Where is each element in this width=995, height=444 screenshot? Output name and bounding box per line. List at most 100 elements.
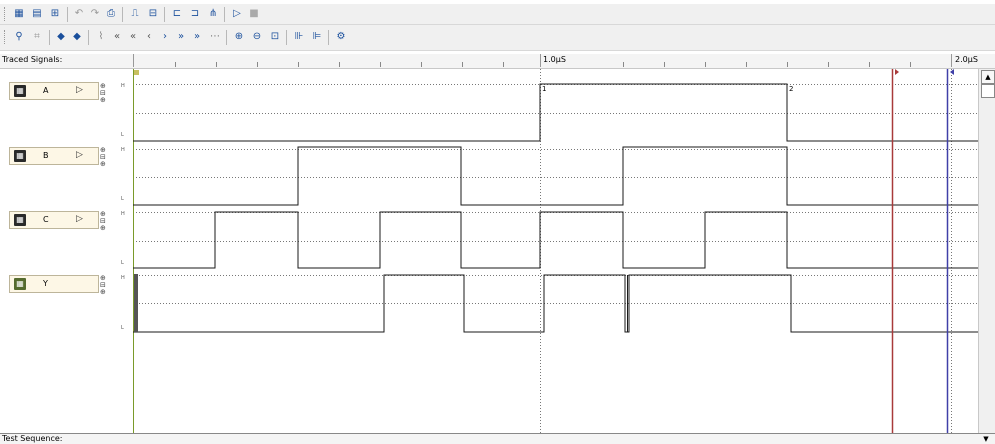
settings-icon[interactable]: ⚙: [334, 30, 348, 44]
export-icon[interactable]: ⊐: [188, 7, 202, 21]
expand-icon[interactable]: ⊕ ⊟ ⊕: [100, 83, 108, 105]
jump-end-icon[interactable]: »: [190, 30, 204, 44]
signal-row-y[interactable]: ▦ Y: [9, 275, 99, 293]
signal-name: B: [43, 151, 49, 160]
traced-signals-label: Traced Signals:: [2, 55, 63, 64]
previous-icon[interactable]: ◆: [54, 30, 68, 44]
marker-label-2: 2: [789, 85, 793, 93]
signal-name: A: [43, 86, 49, 95]
ruler-tick: [298, 62, 299, 67]
ruler-tick: [746, 62, 747, 67]
undo-icon[interactable]: ↶: [72, 7, 86, 21]
ruler-major-tick: [540, 54, 541, 67]
time-label-1us: 1.0µS: [543, 55, 566, 64]
fit-icon[interactable]: ⋯: [208, 30, 222, 44]
sim-start-icon[interactable]: ⊪: [292, 30, 306, 44]
signal-source-icon[interactable]: ▷: [76, 150, 83, 160]
step-back-fast-icon[interactable]: «: [126, 30, 140, 44]
next-icon[interactable]: ◆: [70, 30, 84, 44]
input-signal-icon: ▦: [14, 214, 26, 226]
signal-name: Y: [43, 279, 48, 288]
ruler-tick: [421, 62, 422, 67]
ruler-tick: [623, 62, 624, 67]
low-level-label: L: [121, 325, 124, 331]
marker-label-1: 1: [542, 85, 546, 93]
zoom-fit-icon[interactable]: ⊡: [268, 30, 282, 44]
low-level-label: L: [121, 132, 124, 138]
toolbar-navigation: ⚲ ⌗ ◆ ◆ ⌇ « « ‹ › » » ⋯ ⊕ ⊖ ⊡ ⊪ ⊫ ⚙: [0, 25, 995, 51]
expand-icon[interactable]: ⊕ ⊟ ⊕: [100, 147, 108, 169]
toolbar-grip[interactable]: [4, 30, 7, 44]
zoom-out-icon[interactable]: ⊖: [250, 30, 264, 44]
sim-end-icon[interactable]: ⊫: [310, 30, 324, 44]
toolbar-separator: [226, 30, 227, 45]
toolbar-separator: [328, 30, 329, 45]
toolbar-separator: [122, 7, 123, 22]
ruler-tick: [216, 62, 217, 67]
ruler-tick: [339, 62, 340, 67]
save-tree-icon[interactable]: ⊞: [48, 7, 62, 21]
tree-icon[interactable]: ⋔: [206, 7, 220, 21]
origin-marker-icon[interactable]: [134, 70, 139, 75]
toolbar-grip[interactable]: [4, 7, 7, 21]
time-label-2us: 2.0µS: [955, 55, 978, 64]
print-icon[interactable]: ⎙: [104, 7, 118, 21]
expand-icon[interactable]: ⊕ ⊟ ⊕: [100, 211, 108, 233]
jump-start-icon[interactable]: «: [110, 30, 124, 44]
signal-name: C: [43, 215, 49, 224]
ruler-tick: [257, 62, 258, 67]
vertical-scrollbar[interactable]: ▲: [978, 69, 995, 433]
step-back-icon[interactable]: ‹: [142, 30, 156, 44]
toolbar-main: ▦ ▤ ⊞ ↶ ↷ ⎙ ⎍ ⊟ ⊏ ⊐ ⋔ ▷ ■: [0, 4, 995, 25]
signal-source-icon[interactable]: ▷: [76, 214, 83, 224]
unknown-state-hatch: [134, 274, 138, 332]
signal-row-b[interactable]: ▦ B ▷: [9, 147, 99, 165]
grid-icon[interactable]: ⌗: [30, 30, 44, 44]
waveform-background: [133, 69, 978, 433]
scroll-thumb[interactable]: [981, 84, 995, 98]
toolbar-separator: [88, 30, 89, 45]
open-file-icon[interactable]: ▤: [30, 7, 44, 21]
ruler-tick: [705, 62, 706, 67]
toolbar-separator: [286, 30, 287, 45]
add-signal-icon[interactable]: ⚲: [12, 30, 26, 44]
ruler-separator: [133, 54, 134, 67]
scroll-up-icon[interactable]: ▲: [981, 70, 995, 84]
step-forward-fast-icon[interactable]: »: [174, 30, 188, 44]
high-level-label: H: [121, 83, 125, 89]
waveform-area[interactable]: 1 2: [133, 69, 978, 433]
time-ruler: Traced Signals: 1.0µS 2.0µS: [0, 54, 995, 69]
toolbar-separator: [49, 30, 50, 45]
redo-icon[interactable]: ↷: [88, 7, 102, 21]
input-signal-icon: ▦: [14, 150, 26, 162]
ruler-tick: [787, 62, 788, 67]
signal-list-panel: ▦ A ▷ ⊕ ⊟ ⊕ H L ▦ B ▷ ⊕ ⊟ ⊕ H L ▦ C ▷ ⊕ ⊟ ⊕ H …: [0, 69, 134, 433]
zoom-in-icon[interactable]: ⊕: [232, 30, 246, 44]
play-icon[interactable]: ▷: [230, 7, 244, 21]
expand-icon[interactable]: ⊕ ⊟ ⊕: [100, 275, 108, 297]
ruler-tick: [664, 62, 665, 67]
signal-row-c[interactable]: ▦ C ▷: [9, 211, 99, 229]
toolbar-separator: [164, 7, 165, 22]
import-icon[interactable]: ⊏: [170, 7, 184, 21]
low-level-label: L: [121, 260, 124, 266]
toolbar-separator: [224, 7, 225, 22]
add-trace-icon[interactable]: ⎍: [128, 7, 142, 21]
configure-icon[interactable]: ⊟: [146, 7, 160, 21]
step-forward-icon[interactable]: ›: [158, 30, 172, 44]
stop-icon[interactable]: ■: [247, 7, 261, 21]
high-level-label: H: [121, 147, 125, 153]
low-level-label: L: [121, 196, 124, 202]
signal-source-icon[interactable]: ▷: [76, 85, 83, 95]
toolbar-separator: [67, 7, 68, 22]
signal-row-a[interactable]: ▦ A ▷: [9, 82, 99, 100]
ruler-tick: [910, 62, 911, 67]
ruler-tick: [869, 62, 870, 67]
zoom-bar-icon[interactable]: ⌇: [94, 30, 108, 44]
ruler-tick: [380, 62, 381, 67]
input-signal-icon: ▦: [14, 85, 26, 97]
new-simulation-icon[interactable]: ▦: [12, 7, 26, 21]
ruler-tick: [503, 62, 504, 67]
high-level-label: H: [121, 275, 125, 281]
test-sequence-bar: Test Sequence: ▼: [0, 433, 995, 444]
